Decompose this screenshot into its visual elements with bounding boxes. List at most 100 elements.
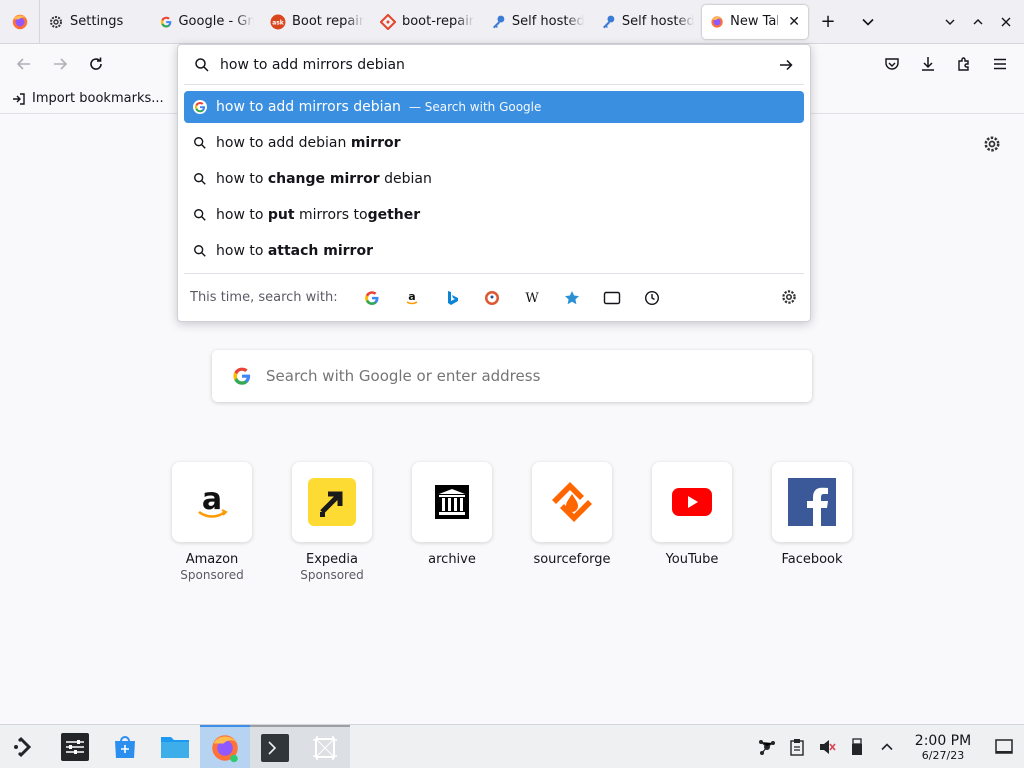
clock-date: 6/27/23 [921,748,965,762]
taskbar: 2:00 PM 6/27/23 [0,724,1024,768]
reload-icon [90,57,102,70]
search-with-bar: This time, search with: a W [184,273,804,321]
search-icon [190,172,210,186]
url-input[interactable] [220,56,778,73]
network-icon [759,740,775,755]
youtube-icon [672,488,712,516]
reload-button[interactable] [78,48,114,80]
show-desktop-button[interactable] [984,725,1024,768]
engine-amazon-button[interactable]: a [392,278,432,318]
search-icon [195,57,209,72]
suggestion-item[interactable]: how to attach mirror [184,235,804,267]
tile-sponsored-label: Sponsored [300,568,364,582]
engine-bing-button[interactable] [432,278,472,318]
gear-icon [984,136,1000,152]
expedia-icon [308,478,356,526]
go-arrow-icon[interactable] [778,57,794,73]
close-icon [1001,17,1011,26]
engine-google-button[interactable] [352,278,392,318]
plus-icon: + [820,11,836,32]
suggestion-item[interactable]: how to change mirror debian [184,163,804,195]
file-manager-app[interactable] [150,725,200,768]
top-site-amazon[interactable]: a Amazon Sponsored [172,462,252,582]
screenshot-app[interactable] [300,724,350,768]
close-window-button[interactable] [992,0,1020,44]
tab-self-hosted-2[interactable]: Self hosted [592,5,702,39]
suggestion-item[interactable]: how to put mirrors to gether [184,199,804,231]
firefox-icon [711,15,723,28]
top-site-youtube[interactable]: YouTube [652,462,732,582]
star-icon [564,290,579,304]
volume-muted-icon [820,740,836,754]
terminal-app[interactable] [250,724,300,768]
suggestion-text: how to [216,243,268,259]
tab-new-tab[interactable]: New Tab ✕ [702,4,808,39]
clock-time: 2:00 PM [914,732,972,749]
downloads-button[interactable] [910,48,946,80]
search-settings-button[interactable] [780,288,798,310]
engine-duckduckgo-button[interactable] [472,278,512,318]
minimize-button[interactable] [936,0,964,44]
list-all-tabs-button[interactable] [848,0,888,44]
url-input-row [184,45,804,85]
newtab-search-input[interactable] [266,367,766,385]
chevron-down-icon [862,18,874,26]
wikipedia-icon: W [525,291,539,306]
firefox-app[interactable] [200,724,250,768]
forward-button[interactable] [42,48,78,80]
tab-self-hosted-1[interactable]: Self hosted [482,5,592,39]
extensions-button[interactable] [946,48,982,80]
discover-app[interactable] [100,725,150,768]
close-tab-icon[interactable]: ✕ [788,14,800,30]
top-site-archive[interactable]: archive [412,462,492,582]
engine-wikipedia-button[interactable]: W [512,278,552,318]
app-menu-button[interactable] [982,48,1018,80]
google-icon [364,290,379,305]
tab-boot-repair-ask[interactable]: ask Boot repair [262,5,372,39]
import-bookmarks-link[interactable]: Import bookmarks... [32,91,164,106]
network-tray-button[interactable] [752,725,782,768]
history-search-button[interactable] [632,278,672,318]
maximize-button[interactable] [964,0,992,44]
system-settings-app[interactable] [50,725,100,768]
top-site-facebook[interactable]: Facebook [772,462,852,582]
firefox-view-button[interactable] [0,0,40,44]
tab-settings[interactable]: Settings [40,5,152,39]
suggestion-text: debian [379,171,432,187]
back-button[interactable] [6,48,42,80]
suggestion-list: how to add mirrors debian — Search with … [178,85,810,267]
suggestion-item[interactable]: how to add debian mirror [184,127,804,159]
launcher-icon [14,736,32,757]
newtab-search-box[interactable] [212,350,812,402]
pocket-button[interactable] [874,48,910,80]
top-site-sourceforge[interactable]: sourceforge [532,462,612,582]
svg-text:a: a [408,290,415,303]
volume-tray-button[interactable] [812,725,842,768]
new-tab-button[interactable]: + [808,0,848,44]
top-site-expedia[interactable]: Expedia Sponsored [292,462,372,582]
clipboard-tray-button[interactable] [782,725,812,768]
suggestion-bold: put [267,207,295,223]
desktop-icon [995,739,1013,754]
arrow-right-icon [54,58,68,70]
tabs-search-button[interactable] [592,278,632,318]
digital-clock[interactable]: 2:00 PM 6/27/23 [908,734,978,761]
suggestion-item[interactable]: how to add mirrors debian — Search with … [184,91,804,123]
amazon-icon: a [198,482,228,518]
amazon-icon: a [406,290,417,304]
tab-google[interactable]: Google - Gmail [152,5,262,39]
application-launcher-button[interactable] [0,725,50,768]
suggestion-bold: change mirror [267,171,380,187]
chevron-down-icon [945,19,955,25]
tile-icon-box [532,462,612,542]
bookmarks-search-button[interactable] [552,278,592,318]
tile-sponsored-label: Sponsored [180,568,244,582]
usb-tray-button[interactable] [842,725,872,768]
duckduckgo-icon [484,290,499,305]
tab-boot-repair-git[interactable]: boot-repair [372,5,482,39]
tab-label: New Tab [730,14,778,29]
tab-label: boot-repair [401,14,474,29]
page-settings-button[interactable] [982,134,1002,158]
svg-text:ask: ask [272,19,285,26]
tray-expand-button[interactable] [872,725,902,768]
